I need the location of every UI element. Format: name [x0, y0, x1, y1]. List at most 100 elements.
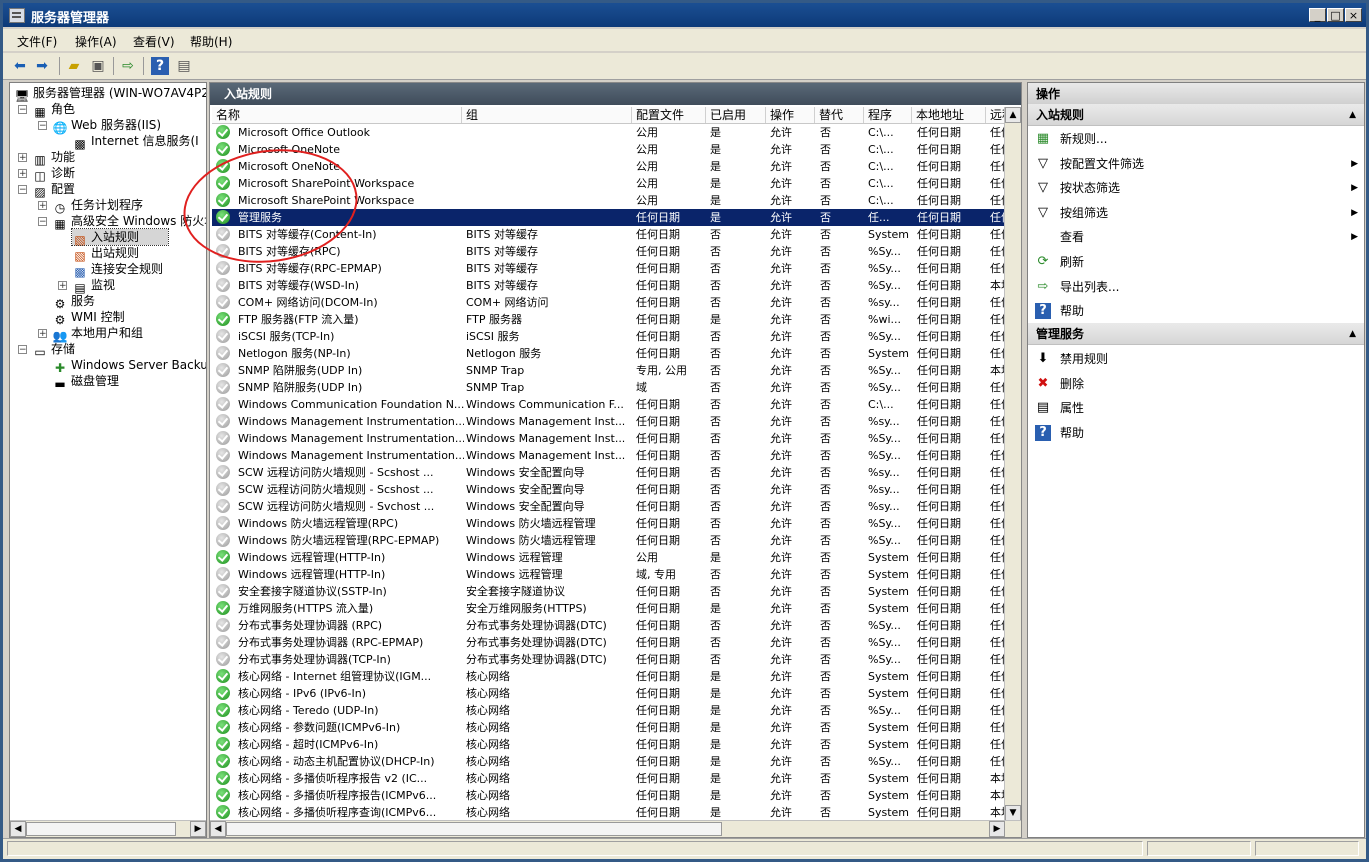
table-row[interactable]: Microsoft Office Outlook 公用 是 允许 否 C:\... 任何日期… [212, 124, 1005, 141]
table-row[interactable]: COM+ 网络访问(DCOM-In) COM+ 网络访问 任何日期 否 允许 否 %sy..… [212, 294, 1005, 311]
table-row[interactable]: Windows 远程管理(HTTP-In) Windows 远程管理 域, 专用 否 允… [212, 566, 1005, 583]
column-local-address[interactable]: 本地地址 [912, 107, 986, 123]
up-folder-icon[interactable]: ▰ [65, 57, 83, 75]
scroll-left-icon[interactable]: ◀ [10, 821, 26, 837]
table-row[interactable]: 核心网络 - 多播侦听程序报告 v2 (IC... 核心网络 任何日期 是 允许 否 Sys… [212, 770, 1005, 787]
table-row[interactable]: 核心网络 - 参数问题(ICMPv6-In) 核心网络 任何日期 是 允许 否 System… [212, 719, 1005, 736]
menu-view[interactable]: 查看(V) [133, 33, 175, 50]
table-row[interactable]: FTP 服务器(FTP 流入量) FTP 服务器 任何日期 是 允许 否 %wi... 任何日… [212, 311, 1005, 328]
table-row[interactable]: Microsoft OneNote 公用 是 允许 否 C:\... 任何日期 任何 [212, 158, 1005, 175]
column-name[interactable]: 名称 [212, 107, 462, 123]
tree-item-task-scheduler[interactable]: ◷ 任务计划程序 [52, 197, 143, 215]
table-row[interactable]: Microsoft SharePoint Workspace 公用 是 允许 否 C:\.… [212, 175, 1005, 192]
tree-item-web-server[interactable]: 🌐 Web 服务器(IIS) [52, 117, 162, 135]
rules-vertical-scrollbar[interactable]: ▲ ▼ [1004, 107, 1021, 821]
collapse-toggle[interactable]: − [18, 105, 27, 115]
scroll-left-icon[interactable]: ◀ [210, 821, 226, 837]
column-action[interactable]: 操作 [766, 107, 815, 123]
action-item[interactable]: ⟳ 刷新 [1028, 250, 1364, 274]
column-profile[interactable]: 配置文件 [632, 107, 706, 123]
minimize-button[interactable]: _ [1309, 8, 1326, 22]
menu-help[interactable]: 帮助(H) [190, 33, 232, 50]
table-row[interactable]: 核心网络 - Teredo (UDP-In) 核心网络 任何日期 是 允许 否 %Sy...… [212, 702, 1005, 719]
table-row[interactable]: Windows Management Instrumentation... Win… [212, 413, 1005, 430]
action-item[interactable]: 查看 ▶ [1028, 225, 1364, 249]
tree-item-config[interactable]: ▨ 配置 [32, 181, 75, 199]
table-row[interactable]: Windows Management Instrumentation... Win… [212, 430, 1005, 447]
action-item[interactable]: ✖ 删除 [1028, 372, 1364, 396]
table-row[interactable]: 万维网服务(HTTPS 流入量) 安全万维网服务(HTTPS) 任何日期 是 允许 否 Sy… [212, 600, 1005, 617]
table-row[interactable]: 核心网络 - 超时(ICMPv6-In) 核心网络 任何日期 是 允许 否 System 任何… [212, 736, 1005, 753]
action-item[interactable]: ▽ 按状态筛选 ▶ [1028, 176, 1364, 200]
tree-item-roles[interactable]: ▦ 角色 [32, 101, 75, 119]
menu-action[interactable]: 操作(A) [75, 33, 117, 50]
collapse-up-icon[interactable]: ▲ [1349, 323, 1356, 345]
scroll-up-icon[interactable]: ▲ [1005, 107, 1021, 123]
column-program[interactable]: 程序 [864, 107, 912, 123]
action-item[interactable]: ▽ 按组筛选 ▶ [1028, 201, 1364, 225]
actions-section-inbound[interactable]: 入站规则 ▲ [1028, 104, 1364, 126]
table-row[interactable]: Windows 远程管理(HTTP-In) Windows 远程管理 公用 是 允许 否 S… [212, 549, 1005, 566]
tree-item-storage[interactable]: ▭ 存储 [32, 341, 75, 359]
table-row[interactable]: SCW 远程访问防火墙规则 - Scshost ... Windows 安全配置向… [212, 481, 1005, 498]
action-item[interactable]: ⬇ 禁用规则 [1028, 347, 1364, 371]
tree-item-features[interactable]: ▥ 功能 [32, 149, 75, 167]
table-row[interactable]: Windows Communication Foundation N... Win… [212, 396, 1005, 413]
tree-item-inbound-rules[interactable]: ▧ 入站规则 [71, 228, 169, 247]
table-row[interactable]: Netlogon 服务(NP-In) Netlogon 服务 任何日期 否 允许 否 Sys… [212, 345, 1005, 362]
expand-toggle[interactable]: + [18, 153, 27, 163]
collapse-toggle[interactable]: − [18, 345, 27, 355]
action-item[interactable]: ? 帮助 [1028, 421, 1364, 445]
column-enabled[interactable]: 已启用 [706, 107, 766, 123]
scroll-down-icon[interactable]: ▼ [1005, 805, 1021, 821]
export-icon[interactable]: ⇨ [119, 57, 137, 75]
scroll-thumb[interactable] [26, 822, 176, 836]
table-row[interactable]: iSCSI 服务(TCP-In) iSCSI 服务 任何日期 否 允许 否 %Sy... 任何… [212, 328, 1005, 345]
table-row[interactable]: 安全套接字隧道协议(SSTP-In) 安全套接字隧道协议 任何日期 否 允许 否 Syste… [212, 583, 1005, 600]
table-row[interactable]: 核心网络 - Internet 组管理协议(IGM... 核心网络 任何日期 是 允许 否… [212, 668, 1005, 685]
table-row[interactable]: BITS 对等缓存(RPC-EPMAP) BITS 对等缓存 任何日期 否 允许 否 %Sy… [212, 260, 1005, 277]
table-row[interactable]: SCW 远程访问防火墙规则 - Svchost ... Windows 安全配置向… [212, 498, 1005, 515]
tree-item-local-users[interactable]: 👥 本地用户和组 [52, 325, 144, 343]
tree-item-connection-security[interactable]: ▩ 连接安全规则 [72, 261, 163, 279]
tree-item-monitor[interactable]: ▤ 监视 [72, 277, 115, 295]
table-row[interactable]: SNMP 陷阱服务(UDP In) SNMP Trap 专用, 公用 否 允许 否 %Sy.… [212, 362, 1005, 379]
collapse-toggle[interactable]: − [38, 121, 47, 131]
forward-icon[interactable]: ➡ [33, 57, 51, 75]
tree-item-services[interactable]: ⚙ 服务 [52, 293, 95, 311]
tree-item-outbound-rules[interactable]: ▧ 出站规则 [72, 245, 139, 263]
table-row[interactable]: 分布式事务处理协调器 (RPC) 分布式事务处理协调器(DTC) 任何日期 否 允许 否%… [212, 617, 1005, 634]
table-row[interactable]: 分布式事务处理协调器 (RPC-EPMAP) 分布式事务处理协调器(DTC) 任何日… [212, 634, 1005, 651]
tree-horizontal-scrollbar[interactable]: ◀ ▶ [10, 820, 206, 837]
table-row[interactable]: SCW 远程访问防火墙规则 - Scshost ... Windows 安全配置向… [212, 464, 1005, 481]
tree-item-firewall[interactable]: ▦ 高级安全 Windows 防火墙 [52, 213, 206, 231]
menu-file[interactable]: 文件(F) [17, 33, 57, 50]
table-row[interactable]: BITS 对等缓存(Content-In) BITS 对等缓存 任何日期 否 允许 否 Sy… [212, 226, 1005, 243]
table-row[interactable]: Microsoft SharePoint Workspace 公用 是 允许 否 C:\.… [212, 192, 1005, 209]
action-item[interactable]: ▤ 属性 [1028, 396, 1364, 420]
table-row[interactable]: SNMP 陷阱服务(UDP In) SNMP Trap 域 否 允许 否 %Sy... 任何日… [212, 379, 1005, 396]
table-row[interactable]: 核心网络 - 多播侦听程序报告(ICMPv6... 核心网络 任何日期 是 允许 否 Sys… [212, 787, 1005, 804]
table-row[interactable]: 核心网络 - 多播侦听程序查询(ICMPv6... 核心网络 任何日期 是 允许 否 Sys… [212, 804, 1005, 821]
expand-toggle[interactable]: + [58, 281, 67, 291]
action-item[interactable]: ⇨ 导出列表... [1028, 275, 1364, 299]
action-item[interactable]: ▽ 按配置文件筛选 ▶ [1028, 152, 1364, 176]
table-row[interactable]: Windows 防火墙远程管理(RPC-EPMAP) Windows 防火墙远程管… [212, 532, 1005, 549]
tree-item-disk-management[interactable]: ▬ 磁盘管理 [52, 373, 119, 391]
table-row[interactable]: 核心网络 - 动态主机配置协议(DHCP-In) 核心网络 任何日期 是 允许 否 %Sy.… [212, 753, 1005, 770]
help-icon[interactable]: ? [151, 57, 169, 75]
column-group[interactable]: 组 [462, 107, 632, 123]
show-action-pane-icon[interactable]: ▤ [175, 57, 193, 75]
tree-item-diagnostics[interactable]: ◫ 诊断 [32, 165, 75, 183]
collapse-toggle[interactable]: − [38, 217, 47, 227]
table-row[interactable]: 核心网络 - IPv6 (IPv6-In) 核心网络 任何日期 是 允许 否 System 任… [212, 685, 1005, 702]
scroll-thumb[interactable] [226, 822, 722, 836]
table-row[interactable]: BITS 对等缓存(RPC) BITS 对等缓存 任何日期 否 允许 否 %Sy... 任何日… [212, 243, 1005, 260]
tree-item-iis[interactable]: ▩ Internet 信息服务(I [72, 133, 198, 151]
scroll-right-icon[interactable]: ▶ [190, 821, 206, 837]
rules-horizontal-scrollbar[interactable]: ◀ ▶ [210, 820, 1021, 837]
action-item[interactable]: ? 帮助 [1028, 299, 1364, 323]
maximize-button[interactable]: □ [1327, 8, 1344, 22]
table-row[interactable]: BITS 对等缓存(WSD-In) BITS 对等缓存 任何日期 否 允许 否 %Sy...… [212, 277, 1005, 294]
tree-item-root[interactable]: 🖥 服务器管理器 (WIN-WO7AV4P21S [14, 85, 206, 103]
